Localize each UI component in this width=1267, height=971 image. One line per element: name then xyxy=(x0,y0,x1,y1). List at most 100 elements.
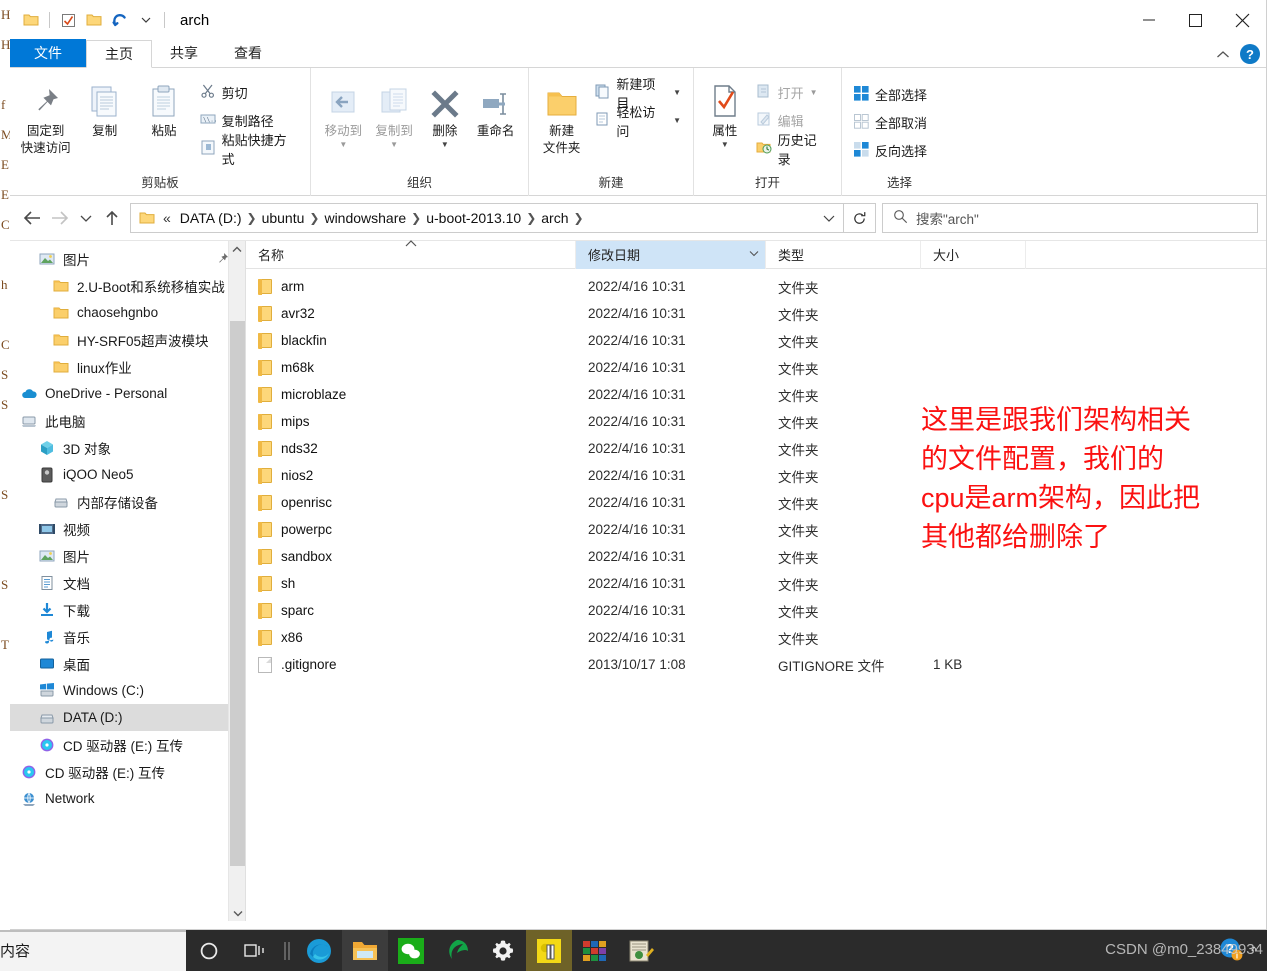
nav-item-19[interactable]: CD 驱动器 (E:) 互传 xyxy=(10,758,245,785)
table-row[interactable]: sh 2022/4/16 10:31 文件夹 xyxy=(246,570,1266,597)
table-row[interactable]: sparc 2022/4/16 10:31 文件夹 xyxy=(246,597,1266,624)
search-input[interactable]: 搜索"arch" xyxy=(916,208,979,228)
help-button[interactable]: ? xyxy=(1240,44,1260,64)
breadcrumb-item-4[interactable]: arch xyxy=(536,210,573,226)
chevron-down-icon-6[interactable]: ▼ xyxy=(721,140,729,149)
nav-item-8[interactable]: iQOO Neo5 xyxy=(10,461,245,488)
paste-button[interactable]: 粘贴 xyxy=(136,74,191,140)
address-dropdown-button[interactable] xyxy=(815,204,843,232)
column-header-type[interactable]: 类型 xyxy=(766,240,921,269)
breadcrumb-overflow[interactable]: « xyxy=(155,210,175,226)
invert-selection-button[interactable]: 反向选择 xyxy=(850,138,931,163)
navigation-scrollbar[interactable] xyxy=(228,241,245,921)
breadcrumb-chevron-4[interactable]: ❯ xyxy=(574,211,584,225)
breadcrumb-item-3[interactable]: u-boot-2013.10 xyxy=(421,210,526,226)
nav-item-5[interactable]: OneDrive - Personal xyxy=(10,380,245,407)
tab-view[interactable]: 查看 xyxy=(216,39,280,67)
nav-item-17[interactable]: DATA (D:) xyxy=(10,704,245,731)
taskbar-putty-button[interactable] xyxy=(526,930,572,971)
table-row[interactable]: arm 2022/4/16 10:31 文件夹 xyxy=(246,273,1266,300)
nav-item-1[interactable]: 2.U-Boot和系统移植实战 xyxy=(10,272,245,299)
scroll-up-arrow-icon[interactable] xyxy=(229,241,245,258)
chevron-down-icon-3[interactable]: ▼ xyxy=(441,140,449,149)
minimize-button[interactable] xyxy=(1126,0,1172,40)
taskbar-file-explorer-button[interactable] xyxy=(342,930,388,971)
nav-item-11[interactable]: 图片 xyxy=(10,542,245,569)
tab-share[interactable]: 共享 xyxy=(152,39,216,67)
cut-button[interactable]: 剪切 xyxy=(196,80,302,105)
column-header-name[interactable]: 名称 xyxy=(246,239,576,269)
paste-shortcut-button[interactable]: 粘贴快捷方式 xyxy=(196,133,302,167)
breadcrumb-chevron-3[interactable]: ❯ xyxy=(526,211,536,225)
chevron-down-icon[interactable]: ▼ xyxy=(339,140,347,149)
taskbar-cortana-button[interactable] xyxy=(186,930,232,971)
copy-button[interactable]: 复制 xyxy=(77,74,132,140)
tab-home[interactable]: 主页 xyxy=(86,40,152,68)
breadcrumb-item-2[interactable]: windowshare xyxy=(319,210,411,226)
nav-item-2[interactable]: chaosehgnbo xyxy=(10,299,245,326)
taskbar-task-view-button[interactable] xyxy=(232,930,278,971)
address-bar[interactable]: « DATA (D:) ❯ ubuntu ❯ windowshare ❯ u-b… xyxy=(130,203,844,233)
select-none-button[interactable]: 全部取消 xyxy=(850,110,931,135)
customize-chevron-icon[interactable] xyxy=(133,7,159,33)
scroll-down-arrow-icon[interactable] xyxy=(229,905,245,921)
nav-item-14[interactable]: 音乐 xyxy=(10,623,245,650)
history-button[interactable]: 历史记录 xyxy=(752,133,833,167)
nav-item-18[interactable]: CD 驱动器 (E:) 互传 xyxy=(10,731,245,758)
copy-to-button[interactable]: 复制到 ▼ xyxy=(370,74,419,149)
pin-to-quick-access-button[interactable]: 固定到 快速访问 xyxy=(18,74,73,157)
taskbar-edge-button[interactable] xyxy=(296,930,342,971)
nav-item-7[interactable]: 3D 对象 xyxy=(10,434,245,461)
properties-button[interactable]: 属性 ▼ xyxy=(702,74,748,149)
taskbar-settings-button[interactable] xyxy=(480,930,526,971)
new-folder-button[interactable]: 新建 文件夹 xyxy=(537,74,586,157)
rename-button[interactable]: 重命名 xyxy=(471,74,520,140)
taskbar-green-swirl-button[interactable] xyxy=(434,930,480,971)
move-to-button[interactable]: 移动到 ▼ xyxy=(319,74,368,149)
nav-item-9[interactable]: 内部存储设备 xyxy=(10,488,245,515)
table-row[interactable]: .gitignore 2013/10/17 1:08 GITIGNORE 文件 1 K… xyxy=(246,651,1266,678)
breadcrumb-item-0[interactable]: DATA (D:) xyxy=(175,210,247,226)
up-button[interactable] xyxy=(98,203,126,233)
chevron-up-icon[interactable] xyxy=(1216,47,1230,62)
table-row[interactable]: x86 2022/4/16 10:31 文件夹 xyxy=(246,624,1266,651)
back-button[interactable] xyxy=(18,203,46,233)
properties-check-icon[interactable] xyxy=(55,7,81,33)
scrollbar-thumb[interactable] xyxy=(230,321,245,866)
nav-item-6[interactable]: 此电脑 xyxy=(10,407,245,434)
nav-item-13[interactable]: 下载 xyxy=(10,596,245,623)
breadcrumb-chevron-2[interactable]: ❯ xyxy=(411,211,421,225)
breadcrumb-item-1[interactable]: ubuntu xyxy=(257,210,310,226)
taskbar-wechat-button[interactable] xyxy=(388,930,434,971)
recent-locations-button[interactable] xyxy=(74,203,98,233)
search-box[interactable]: 搜索"arch" xyxy=(882,203,1258,233)
table-row[interactable]: blackfin 2022/4/16 10:31 文件夹 xyxy=(246,327,1266,354)
chevron-down-icon-4[interactable]: ▼ xyxy=(673,88,681,97)
nav-item-10[interactable]: 视频 xyxy=(10,515,245,542)
chevron-down-icon-5[interactable]: ▼ xyxy=(673,116,681,125)
taskbar-winrar-button[interactable] xyxy=(572,930,618,971)
breadcrumb-chevron-0[interactable]: ❯ xyxy=(247,211,257,225)
column-header-date[interactable]: 修改日期 xyxy=(576,240,766,269)
new-folder-icon[interactable] xyxy=(81,7,107,33)
refresh-button[interactable] xyxy=(844,203,876,233)
nav-item-15[interactable]: 桌面 xyxy=(10,650,245,677)
nav-item-0[interactable]: 图片 xyxy=(10,245,245,272)
delete-button[interactable]: 删除 ▼ xyxy=(421,74,470,149)
close-button[interactable] xyxy=(1218,0,1266,40)
chevron-down-icon-7[interactable]: ▼ xyxy=(810,88,818,97)
nav-item-4[interactable]: linux作业 xyxy=(10,353,245,380)
breadcrumb-chevron-1[interactable]: ❯ xyxy=(309,211,319,225)
maximize-button[interactable] xyxy=(1172,0,1218,40)
taskbar-notepad-button[interactable] xyxy=(618,930,664,971)
tab-file[interactable]: 文件 xyxy=(10,39,86,67)
undo-icon[interactable] xyxy=(107,7,133,33)
forward-button[interactable] xyxy=(46,203,74,233)
nav-item-20[interactable]: Network xyxy=(10,785,245,812)
open-button[interactable]: 打开 ▼ xyxy=(752,80,833,105)
column-header-size[interactable]: 大小 xyxy=(921,240,1026,269)
select-all-button[interactable]: 全部选择 xyxy=(850,82,931,107)
nav-item-16[interactable]: Windows (C:) xyxy=(10,677,245,704)
chevron-down-icon-2[interactable]: ▼ xyxy=(390,140,398,149)
table-row[interactable]: m68k 2022/4/16 10:31 文件夹 xyxy=(246,354,1266,381)
